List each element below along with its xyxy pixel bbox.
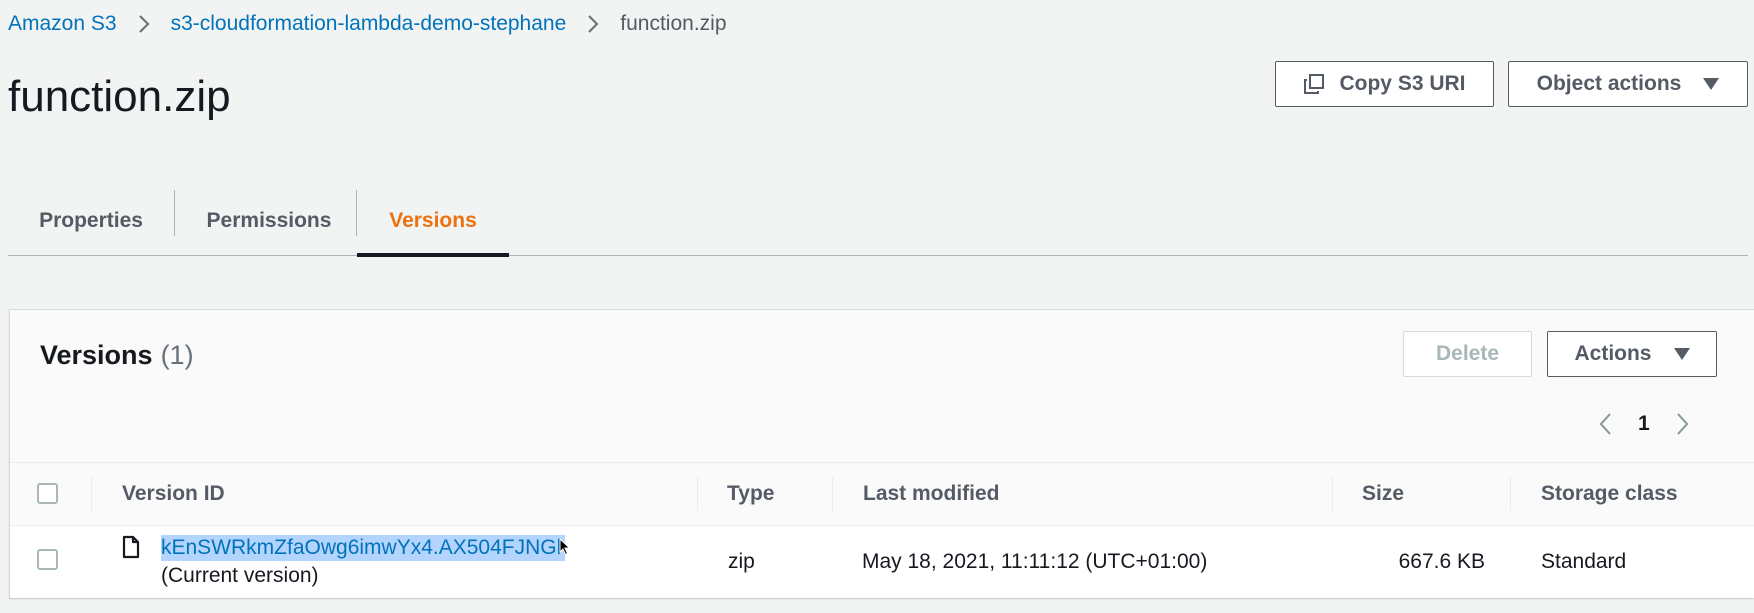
column-divider <box>1332 477 1333 511</box>
s3-object-page: Amazon S3 s3-cloudformation-lambda-demo-… <box>0 0 1754 613</box>
pagination: 1 <box>1598 404 1690 444</box>
actions-button[interactable]: Actions <box>1547 331 1717 377</box>
object-tabs: Properties Permissions Versions <box>8 186 1748 257</box>
page-title: function.zip <box>8 72 231 121</box>
row-checkbox[interactable] <box>37 549 58 570</box>
copy-s3-uri-button[interactable]: Copy S3 URI <box>1275 61 1494 107</box>
tab-versions[interactable]: Versions <box>357 186 509 257</box>
object-actions-button[interactable]: Object actions <box>1508 61 1748 107</box>
current-version-label: (Current version) <box>161 564 319 587</box>
column-header-size[interactable]: Size <box>1362 463 1404 525</box>
current-page-number[interactable]: 1 <box>1638 412 1650 436</box>
tab-properties[interactable]: Properties <box>8 186 174 256</box>
column-divider <box>1510 477 1511 511</box>
versions-count: (1) <box>160 340 194 370</box>
object-actions-label: Object actions <box>1536 72 1682 95</box>
caret-down-icon <box>1703 77 1720 91</box>
versions-heading: Versions (1) <box>40 340 194 371</box>
caret-down-icon <box>1673 347 1690 361</box>
versions-panel-header: Versions (1) Delete Actions 1 <box>10 310 1754 462</box>
column-header-type[interactable]: Type <box>727 463 774 525</box>
last-modified-cell: May 18, 2021, 11:11:12 (UTC+01:00) <box>862 550 1208 573</box>
size-cell: 667.6 KB <box>1398 550 1485 573</box>
select-all-checkbox[interactable] <box>37 483 58 504</box>
column-header-version-id[interactable]: Version ID <box>122 463 225 525</box>
column-header-storage-class[interactable]: Storage class <box>1541 463 1678 525</box>
copy-s3-uri-label: Copy S3 URI <box>1339 72 1466 95</box>
actions-label: Actions <box>1574 342 1652 365</box>
storage-class-cell: Standard <box>1541 550 1627 573</box>
previous-page-icon[interactable] <box>1598 411 1614 437</box>
table-row: kEnSWRkmZfaOwg6imwYx4.AX504FJNGl (Curren… <box>10 526 1754 598</box>
next-page-icon[interactable] <box>1674 411 1690 437</box>
chevron-right-icon <box>137 13 151 35</box>
file-icon <box>122 535 140 559</box>
mouse-cursor-icon <box>559 538 571 556</box>
column-divider <box>91 477 92 511</box>
breadcrumb-amazon-s3-link[interactable]: Amazon S3 <box>8 12 117 36</box>
column-divider <box>697 477 698 511</box>
versions-table-header: Version ID Type Last modified Size Stora… <box>10 462 1754 526</box>
chevron-right-icon <box>586 13 600 35</box>
breadcrumb-current-object: function.zip <box>620 12 727 35</box>
type-cell: zip <box>728 550 755 573</box>
versions-panel: Versions (1) Delete Actions 1 Version ID… <box>9 309 1754 598</box>
breadcrumb: Amazon S3 s3-cloudformation-lambda-demo-… <box>8 10 727 38</box>
column-header-last-modified[interactable]: Last modified <box>863 463 1000 525</box>
tab-permissions[interactable]: Permissions <box>175 186 363 256</box>
version-id-link[interactable]: kEnSWRkmZfaOwg6imwYx4.AX504FJNGl <box>161 535 566 561</box>
delete-button[interactable]: Delete <box>1403 331 1532 377</box>
breadcrumb-bucket-link[interactable]: s3-cloudformation-lambda-demo-stephane <box>171 12 567 36</box>
copy-icon <box>1303 73 1325 95</box>
versions-title: Versions <box>40 340 153 370</box>
column-divider <box>832 477 833 511</box>
